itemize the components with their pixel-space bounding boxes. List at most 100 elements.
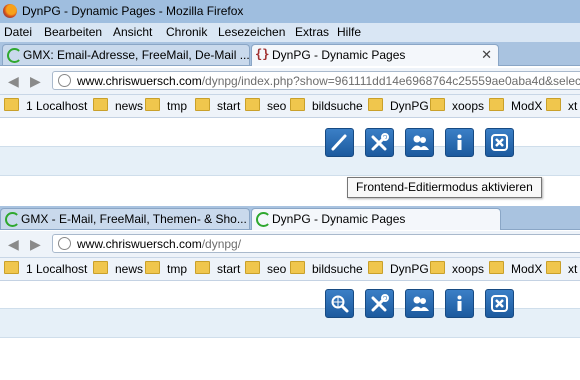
tab-label: DynPG - Dynamic Pages: [272, 212, 406, 226]
bookmark-localhost[interactable]: 1 Localhost: [4, 98, 87, 114]
folder-icon: [430, 261, 445, 274]
info-button[interactable]: [445, 128, 474, 157]
menu-bar: Datei Bearbeiten Ansicht Chronik Lesezei…: [0, 23, 580, 42]
url-host: www.chriswuersch.com: [77, 237, 202, 251]
folder-icon: [145, 261, 160, 274]
folder-icon: [195, 98, 210, 111]
menu-chronik[interactable]: Chronik: [166, 25, 207, 39]
bookmark-bildsuche[interactable]: bildsuche: [290, 98, 363, 114]
tools-icon: [371, 294, 389, 312]
folder-icon: [546, 98, 561, 111]
bookmark-seo[interactable]: seo: [245, 261, 286, 277]
folder-icon: [430, 98, 445, 111]
bookmark-news[interactable]: news: [93, 261, 143, 277]
info-icon: [457, 295, 462, 311]
close-button[interactable]: [485, 128, 514, 157]
back-icon[interactable]: ◀: [8, 236, 19, 253]
bookmark-xoops[interactable]: xoops: [430, 98, 484, 114]
edit-button[interactable]: [325, 128, 354, 157]
firefox-icon: [3, 4, 17, 18]
tab-label: GMX: Email-Adresse, FreeMail, De-Mail ..…: [23, 48, 250, 62]
info-icon: [457, 134, 462, 150]
url-bar[interactable]: www.chriswuersch.com/dynpg/index.php?sho…: [52, 71, 580, 90]
loading-spinner-icon: [5, 212, 20, 227]
tab-dynpg[interactable]: {} DynPG - Dynamic Pages ✕: [251, 44, 499, 66]
magnify-globe-icon: [331, 295, 349, 313]
tab-dynpg[interactable]: DynPG - Dynamic Pages: [251, 208, 501, 230]
globe-icon: [58, 237, 71, 250]
url-bar[interactable]: www.chriswuersch.com/dynpg/: [52, 234, 580, 253]
folder-icon: [93, 98, 108, 111]
nav-bar: ◀ ▶ www.chriswuersch.com/dynpg/index.php…: [0, 68, 580, 95]
users-icon: [411, 135, 429, 150]
bookmark-start[interactable]: start: [195, 98, 240, 114]
bookmark-tmp[interactable]: tmp: [145, 98, 187, 114]
url-path: /dynpg/: [201, 237, 242, 251]
menu-lesezeichen[interactable]: Lesezeichen: [218, 25, 285, 39]
tab-gmx[interactable]: GMX: Email-Adresse, FreeMail, De-Mail ..…: [2, 44, 250, 65]
folder-icon: [245, 261, 260, 274]
bookmark-modx[interactable]: ModX: [489, 261, 542, 277]
nav-bar: ◀ ▶ www.chriswuersch.com/dynpg/: [0, 231, 580, 258]
bookmark-seo[interactable]: seo: [245, 98, 286, 114]
folder-icon: [195, 261, 210, 274]
braces-icon: {}: [255, 47, 270, 61]
tools-icon: [371, 133, 389, 151]
window-titlebar: DynPG - Dynamic Pages - Mozilla Firefox: [0, 0, 580, 23]
folder-icon: [290, 261, 305, 274]
folder-icon: [489, 98, 504, 111]
users-button[interactable]: [405, 289, 434, 318]
bookmark-start[interactable]: start: [195, 261, 240, 277]
tab-label: DynPG - Dynamic Pages: [272, 48, 406, 62]
url-host: www.chriswuersch.com: [77, 74, 202, 88]
tab-label: GMX - E-Mail, FreeMail, Themen- & Sho...: [21, 212, 247, 226]
bookmark-news[interactable]: news: [93, 98, 143, 114]
tools-button[interactable]: [365, 289, 394, 318]
menu-extras[interactable]: Extras: [295, 25, 329, 39]
bookmark-xt[interactable]: xt: [546, 261, 577, 277]
folder-icon: [290, 98, 305, 111]
menu-bearbeiten[interactable]: Bearbeiten: [44, 25, 102, 39]
folder-icon: [368, 98, 383, 111]
bookmarks-bar: 1 Localhost news tmp start seo bildsuche…: [0, 95, 580, 118]
folder-icon: [489, 261, 504, 274]
window-title: DynPG - Dynamic Pages - Mozilla Firefox: [22, 4, 244, 18]
users-button[interactable]: [405, 128, 434, 157]
url-path: /dynpg/index.php?show=961111dd14e6968764…: [201, 74, 580, 88]
folder-icon: [4, 261, 19, 274]
tooltip: Frontend-Editiermodus aktivieren: [347, 177, 542, 198]
tab-gmx[interactable]: GMX - E-Mail, FreeMail, Themen- & Sho...: [0, 208, 250, 229]
menu-ansicht[interactable]: Ansicht: [113, 25, 152, 39]
info-button[interactable]: [445, 289, 474, 318]
tab-close-icon[interactable]: ✕: [481, 47, 492, 63]
bookmark-localhost[interactable]: 1 Localhost: [4, 261, 87, 277]
tab-strip: GMX - E-Mail, FreeMail, Themen- & Sho...…: [0, 206, 580, 230]
menu-hilfe[interactable]: Hilfe: [337, 25, 361, 39]
bookmark-tmp[interactable]: tmp: [145, 261, 187, 277]
globe-icon: [58, 74, 71, 87]
close-icon: [491, 295, 508, 312]
back-icon[interactable]: ◀: [8, 73, 19, 90]
bookmark-dynpg[interactable]: DynPG: [368, 261, 429, 277]
bookmark-xoops[interactable]: xoops: [430, 261, 484, 277]
folder-icon: [4, 98, 19, 111]
tools-button[interactable]: [365, 128, 394, 157]
forward-icon[interactable]: ▶: [30, 73, 41, 90]
forward-icon[interactable]: ▶: [30, 236, 41, 253]
close-button[interactable]: [485, 289, 514, 318]
folder-icon: [93, 261, 108, 274]
loading-spinner-icon: [256, 212, 271, 227]
tab-strip: GMX: Email-Adresse, FreeMail, De-Mail ..…: [0, 42, 580, 66]
bookmark-dynpg[interactable]: DynPG: [368, 98, 429, 114]
bookmark-modx[interactable]: ModX: [489, 98, 542, 114]
folder-icon: [145, 98, 160, 111]
url-text: www.chriswuersch.com/dynpg/index.php?sho…: [77, 74, 580, 88]
bookmark-xt[interactable]: xt: [546, 98, 577, 114]
bookmark-bildsuche[interactable]: bildsuche: [290, 261, 363, 277]
menu-datei[interactable]: Datei: [4, 25, 32, 39]
pencil-icon: [331, 134, 347, 151]
search-button[interactable]: [325, 289, 354, 318]
loading-spinner-icon: [7, 48, 22, 63]
bookmarks-bar: 1 Localhost news tmp start seo bildsuche…: [0, 258, 580, 281]
folder-icon: [368, 261, 383, 274]
